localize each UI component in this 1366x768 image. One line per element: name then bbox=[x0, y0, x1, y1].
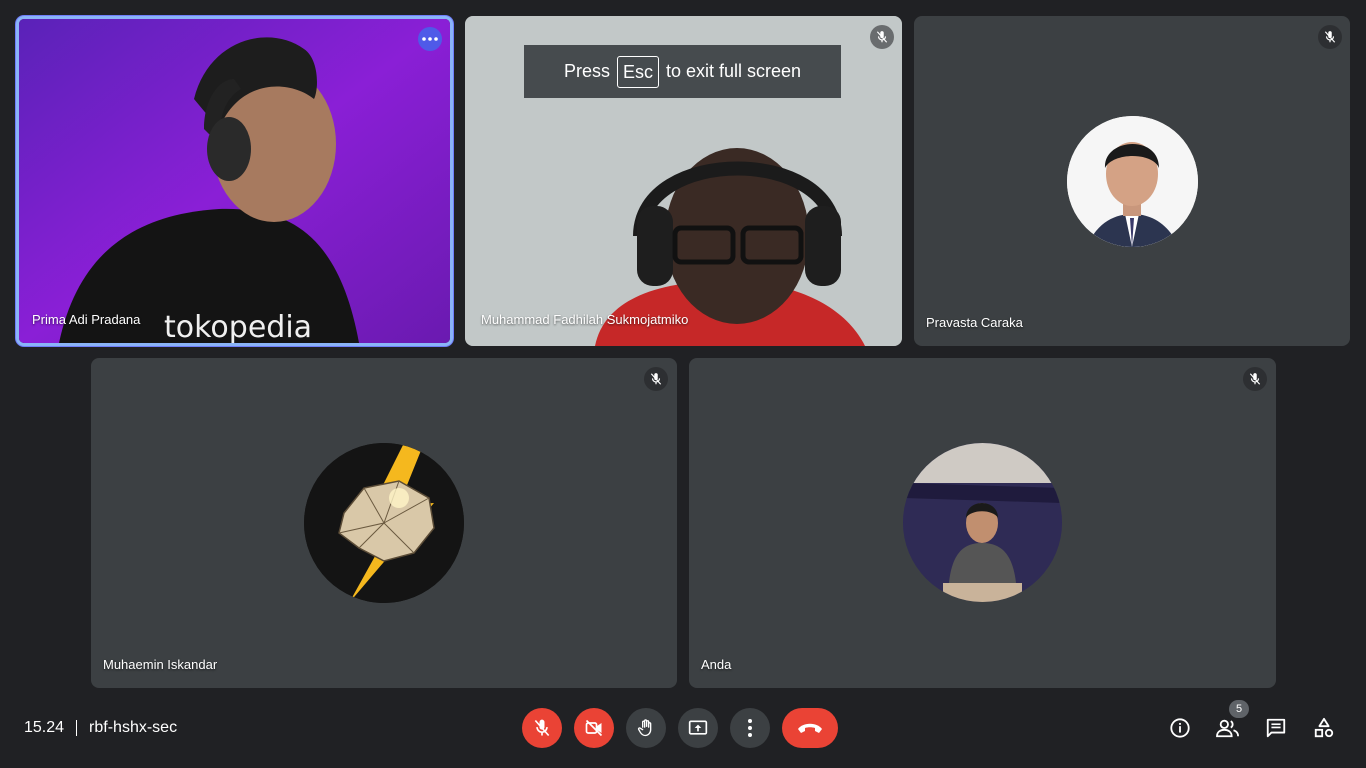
participant-name: Muhammad Fadhilah Sukmojatmiko bbox=[481, 312, 689, 327]
chat-button[interactable] bbox=[1262, 714, 1290, 742]
people-icon bbox=[1216, 719, 1239, 738]
avatar bbox=[903, 443, 1062, 602]
toast-press: Press bbox=[563, 61, 610, 81]
participant-name: Prima Adi Pradana bbox=[32, 312, 141, 327]
fullscreen-toast: Press Esc to exit full screen bbox=[524, 45, 841, 98]
mic-muted-indicator bbox=[1243, 367, 1267, 391]
info-icon bbox=[1170, 718, 1190, 738]
mic-muted-indicator bbox=[1318, 25, 1342, 49]
participant-tile[interactable]: Pravasta Caraka bbox=[914, 16, 1350, 346]
camera-off-icon bbox=[585, 719, 603, 737]
participant-tile[interactable]: tokopedia Prima Adi Pradana bbox=[16, 16, 453, 346]
mic-off-icon bbox=[650, 373, 662, 385]
present-icon bbox=[688, 720, 708, 735]
mic-off-icon bbox=[1249, 373, 1261, 385]
meeting-details-button[interactable] bbox=[1166, 714, 1194, 742]
toast-suffix: to exit full screen bbox=[665, 61, 802, 81]
divider bbox=[76, 720, 78, 736]
meeting-info: 15.24 rbf-hshx-sec bbox=[24, 716, 177, 740]
participant-video: tokopedia bbox=[19, 19, 450, 343]
mic-muted-indicator bbox=[870, 25, 894, 49]
present-screen-button[interactable] bbox=[678, 708, 718, 748]
meeting-code: rbf-hshx-sec bbox=[89, 719, 178, 736]
clock-time: 15.24 bbox=[24, 719, 65, 736]
more-horizontal-icon bbox=[422, 37, 438, 41]
hang-up-icon bbox=[798, 723, 822, 733]
participant-tile[interactable]: Press Esc to exit full screen Muhammad F… bbox=[465, 16, 902, 346]
avatar bbox=[304, 443, 464, 603]
participant-count-badge: 5 bbox=[1229, 700, 1249, 718]
mic-off-icon bbox=[1324, 31, 1336, 43]
people-button[interactable] bbox=[1214, 714, 1242, 742]
more-options-button[interactable] bbox=[418, 27, 442, 51]
svg-text:tokopedia: tokopedia bbox=[164, 310, 312, 343]
participant-tile[interactable]: Anda bbox=[689, 358, 1276, 688]
activities-icon bbox=[1314, 717, 1334, 738]
leave-call-button[interactable] bbox=[782, 708, 838, 748]
mic-off-icon bbox=[876, 31, 888, 43]
chat-icon bbox=[1266, 718, 1286, 738]
avatar-image bbox=[304, 443, 464, 603]
more-options-button[interactable] bbox=[730, 708, 770, 748]
raise-hand-button[interactable] bbox=[626, 708, 666, 748]
avatar bbox=[1067, 116, 1198, 247]
activities-button[interactable] bbox=[1310, 714, 1338, 742]
hand-icon bbox=[637, 719, 652, 737]
participant-name: Anda bbox=[701, 657, 732, 672]
more-vertical-icon bbox=[748, 719, 752, 737]
avatar-photo bbox=[903, 443, 1062, 602]
camera-toggle-button[interactable] bbox=[574, 708, 614, 748]
participant-name: Muhaemin Iskandar bbox=[103, 657, 218, 672]
mic-toggle-button[interactable] bbox=[522, 708, 562, 748]
mic-off-icon bbox=[534, 719, 550, 737]
avatar-photo bbox=[1067, 116, 1198, 247]
participant-name: Pravasta Caraka bbox=[926, 315, 1023, 330]
participant-tile[interactable]: Muhaemin Iskandar bbox=[91, 358, 677, 688]
mic-muted-indicator bbox=[644, 367, 668, 391]
esc-key-hint: Esc bbox=[616, 55, 659, 88]
